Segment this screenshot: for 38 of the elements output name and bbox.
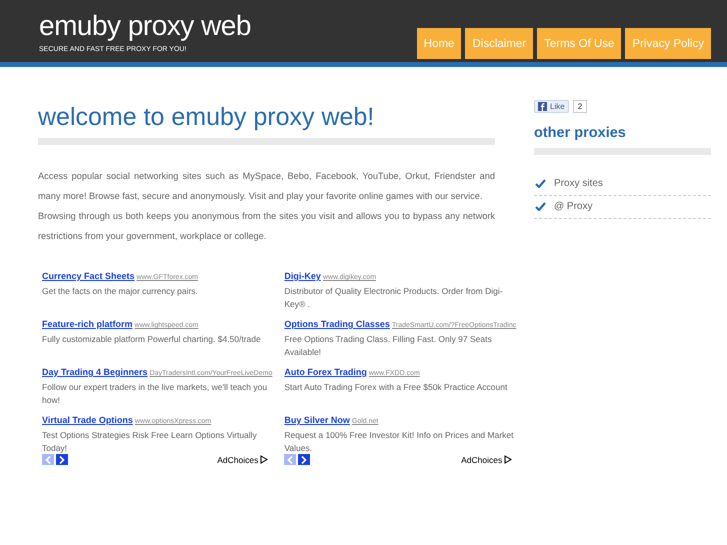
checkmark-icon [535, 202, 546, 211]
play-icon [504, 455, 512, 464]
adchoices-label[interactable]: AdChoices [217, 454, 258, 464]
ad-description: Request a 100% Free Investor Kit! Info on Prices and Market Values. [284, 429, 514, 455]
sidebar-link[interactable]: @ Proxy [554, 201, 592, 212]
paragraph: Browsing through us both keeps you anonymous from the sites you visit and allows you to bypass any network restrictions from your government, workplace or college. [38, 210, 495, 243]
ad-title-link[interactable]: Currency Fact Sheets [42, 271, 135, 281]
ad-title-link[interactable]: Buy Silver Now [284, 415, 350, 425]
site-title: emuby proxy web [39, 11, 251, 41]
ad-title-link[interactable]: Feature-rich platform [42, 319, 133, 329]
ad-title-link[interactable]: Digi-Key [284, 271, 321, 281]
ad-description: Distributor of Quality Electronic Products. Order from Digi-Key® . [284, 285, 504, 311]
ad-description: Follow our expert traders in the live markets, we'll teach you how! [42, 381, 268, 407]
ad-title-link[interactable]: Options Trading Classes [284, 319, 390, 329]
like-button[interactable]: Like [534, 100, 569, 113]
adchoices-label[interactable]: AdChoices [461, 454, 502, 464]
ad-title-link[interactable]: Day Trading 4 Beginners [42, 367, 148, 377]
play-icon [260, 455, 268, 464]
facebook-icon [538, 102, 547, 111]
ad-description: Fully customizable platform Powerful charting. $4.50/trade [42, 333, 262, 346]
checkmark-icon [535, 179, 546, 188]
chevron-left-icon [45, 456, 51, 464]
ad-description: Free Options Trading Class. Filling Fast. Only 97 Seats Available! [284, 333, 493, 359]
next-button[interactable] [56, 454, 68, 465]
sidebar-link[interactable]: Proxy sites [554, 178, 603, 189]
ad-description: Start Auto Trading Forex with a Free $50k Practice Account [284, 381, 508, 394]
sidebar-heading: other proxies [534, 125, 627, 141]
ad-title-link[interactable]: Auto Forex Trading [284, 367, 367, 377]
chevron-left-icon [287, 456, 294, 464]
paragraph: Access popular social networking sites such as MySpace, Bebo, Facebook, YouTube, Orkut, Friendster and many more! Browse fast, secure and anonymously. Visit and play your favorite online games with our service. [38, 170, 495, 203]
like-count: 2 [572, 100, 588, 113]
chevron-right-icon [301, 456, 308, 464]
ad-description: Get the facts on the major currency pairs. [42, 285, 199, 298]
page-heading: welcome to emuby proxy web! [38, 102, 376, 133]
next-button[interactable] [298, 454, 310, 465]
chevron-right-icon [59, 456, 65, 464]
ad-title-link[interactable]: Virtual Trade Options [42, 415, 133, 425]
ad-description: Test Options Strategies Risk Free Learn Options Virtually Today! [42, 429, 258, 455]
